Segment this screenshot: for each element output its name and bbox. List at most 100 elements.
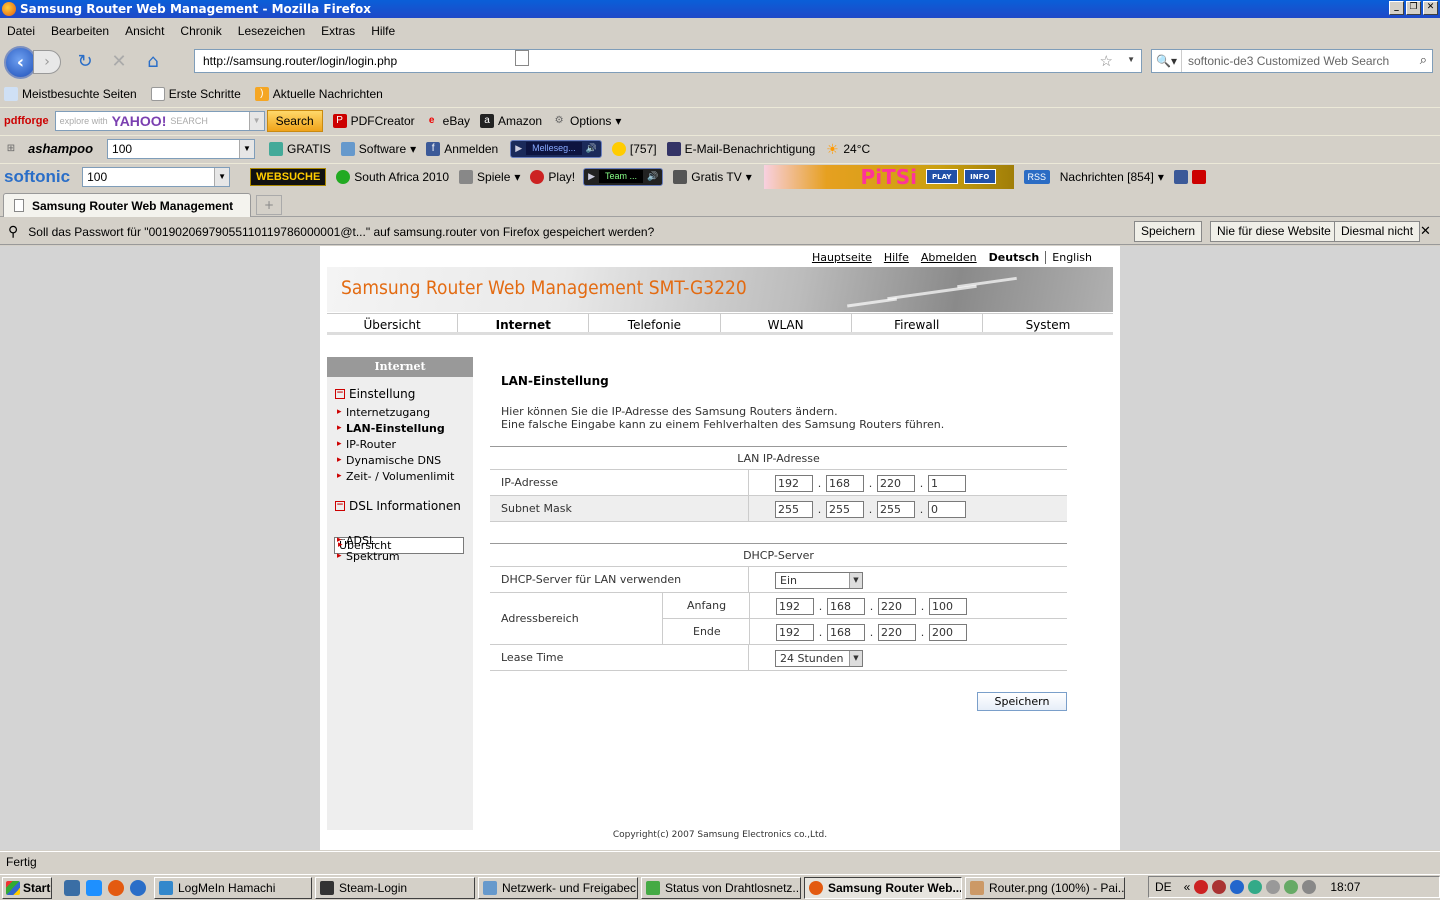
not-now-button[interactable]: Diesmal nicht	[1334, 221, 1421, 242]
bluetooth-icon[interactable]	[1230, 880, 1245, 894]
link-abmelden[interactable]: Abmelden	[915, 251, 983, 264]
play-button[interactable]: Play!	[530, 169, 575, 184]
stop-icon[interactable]: ✕	[107, 50, 131, 74]
pitsi-play-button[interactable]: PLAY	[925, 168, 958, 184]
bookmark-meistbesuchte[interactable]: Meistbesuchte Seiten	[4, 87, 137, 101]
dropdown-icon[interactable]: ▼	[248, 111, 264, 130]
dropdown-icon[interactable]: ▼	[214, 167, 230, 186]
pitsi-info-button[interactable]: INFO	[963, 168, 996, 184]
tray-misc-icon[interactable]	[1266, 880, 1281, 894]
media-player-1[interactable]: ▶ Melleseg... 🔊	[510, 139, 602, 158]
websuche-button[interactable]: WEBSUCHE	[250, 167, 327, 186]
yahoo-search-button[interactable]: Search	[266, 109, 323, 132]
sidebar-item-adsl[interactable]: ADSL	[334, 533, 464, 548]
media-player-2[interactable]: ▶ Team ... 🔊	[583, 167, 664, 186]
url-dropdown-icon[interactable]: ▼	[1127, 55, 1135, 64]
gratis-tv-button[interactable]: Gratis TV ▾	[673, 169, 752, 184]
mask-octet-2[interactable]: 255	[826, 500, 864, 518]
play-icon[interactable]: ▶	[588, 171, 595, 182]
sidebar-item-spektrum[interactable]: Spektrum	[334, 549, 464, 564]
grid-icon[interactable]: ⊞	[4, 142, 18, 156]
yahoo-search-input[interactable]: explore with YAHOO! SEARCH ▼	[54, 110, 265, 131]
tab-uebersicht[interactable]: Übersicht	[327, 314, 459, 332]
tray-app-icon[interactable]	[1212, 880, 1227, 894]
tray-security-icon[interactable]	[1194, 880, 1209, 894]
minimize-button[interactable]: _	[1389, 1, 1404, 15]
facebook-anmelden-button[interactable]: f Anmelden	[426, 141, 498, 156]
task-netzwerk[interactable]: Netzwerk- und Freigabec...	[478, 876, 638, 899]
nachrichten-button[interactable]: Nachrichten [854] ▾	[1060, 170, 1164, 184]
search-bar[interactable]: 🔍▾ softonic-de3 Customized Web Search ⌕	[1151, 49, 1433, 73]
ie-icon[interactable]	[86, 879, 102, 896]
bookmark-aktuelle-nachrichten[interactable]: ) Aktuelle Nachrichten	[254, 87, 383, 101]
menu-extras[interactable]: Extras	[321, 24, 355, 38]
collapse-icon[interactable]: −	[335, 501, 345, 511]
firefox-icon[interactable]	[108, 879, 124, 896]
volume-icon[interactable]: 🔊	[586, 143, 597, 154]
link-deutsch[interactable]: Deutsch	[983, 251, 1047, 264]
mask-octet-3[interactable]: 255	[877, 500, 915, 518]
save-password-button[interactable]: Speichern	[1134, 221, 1203, 242]
mask-octet-4[interactable]: 0	[928, 500, 966, 518]
dropdown-icon[interactable]: ▼	[239, 139, 255, 158]
menu-datei[interactable]: Datei	[7, 24, 35, 38]
tray-expand-icon[interactable]: «	[1184, 880, 1191, 894]
rss-button[interactable]: RSS	[1023, 169, 1050, 184]
end-octet-1[interactable]: 192	[776, 623, 814, 641]
bookmark-star-icon[interactable]: ☆	[1100, 52, 1113, 70]
end-octet-3[interactable]: 220	[878, 623, 916, 641]
save-button[interactable]: Speichern	[977, 692, 1067, 711]
lease-time-select[interactable]: 24 Stunden ▼	[775, 649, 863, 667]
tab-system[interactable]: System	[983, 314, 1113, 332]
menu-lesezeichen[interactable]: Lesezeichen	[238, 24, 305, 38]
search-go-icon[interactable]: ⌕	[1420, 52, 1427, 68]
tab-telefonie[interactable]: Telefonie	[589, 314, 721, 332]
link-hilfe[interactable]: Hilfe	[878, 251, 915, 264]
link-english[interactable]: English	[1046, 251, 1098, 264]
task-steam[interactable]: Steam-Login	[315, 876, 475, 899]
menu-ansicht[interactable]: Ansicht	[125, 24, 164, 38]
menu-chronik[interactable]: Chronik	[180, 24, 221, 38]
desktop-icon[interactable]	[64, 879, 80, 896]
options-button[interactable]: ⚙ Options ▾	[552, 114, 622, 128]
close-notification-icon[interactable]: ✕	[1420, 223, 1431, 239]
counter-button[interactable]: [757]	[611, 141, 657, 156]
spiele-button[interactable]: Spiele ▾	[459, 169, 520, 184]
start-octet-3[interactable]: 220	[878, 597, 916, 615]
amazon-button[interactable]: a Amazon	[480, 113, 542, 128]
ashampoo-search-input[interactable]: 100 ▼	[107, 138, 256, 159]
browser-icon[interactable]	[130, 879, 146, 896]
dhcp-enable-select[interactable]: Ein ▼	[775, 571, 863, 589]
menu-bearbeiten[interactable]: Bearbeiten	[51, 24, 109, 38]
email-notification-button[interactable]: E-Mail-Benachrichtigung	[666, 141, 815, 156]
end-octet-4[interactable]: 200	[929, 623, 967, 641]
gratis-button[interactable]: GRATIS	[269, 141, 331, 156]
sidebar-item-ip-router[interactable]: IP-Router	[334, 437, 464, 452]
sidebar-item-dynamische-dns[interactable]: Dynamische DNS	[334, 453, 464, 468]
sidebar-item-zeit-volumenlimit[interactable]: Zeit- / Volumenlimit	[334, 469, 464, 484]
weather-button[interactable]: ☀ 24°C	[825, 142, 870, 156]
close-button[interactable]: ✕	[1423, 1, 1438, 15]
ip-octet-2[interactable]: 168	[826, 474, 864, 492]
language-indicator[interactable]: DE	[1155, 880, 1172, 894]
start-octet-4[interactable]: 100	[929, 597, 967, 615]
bookmark-erste-schritte[interactable]: Erste Schritte	[150, 87, 241, 101]
tab-internet[interactable]: Internet	[458, 314, 590, 332]
start-octet-1[interactable]: 192	[776, 597, 814, 615]
pdfcreator-button[interactable]: P PDFCreator	[332, 113, 415, 128]
sidebar-item-internetzugang[interactable]: Internetzugang	[334, 405, 464, 420]
menu-hilfe[interactable]: Hilfe	[371, 24, 395, 38]
tray-network-icon[interactable]	[1248, 880, 1263, 894]
sidebar-group-dsl[interactable]: − DSL Informationen	[335, 499, 461, 513]
reload-icon[interactable]: ↻	[73, 50, 97, 74]
ip-octet-1[interactable]: 192	[775, 474, 813, 492]
tab-wlan[interactable]: WLAN	[721, 314, 852, 332]
maximize-button[interactable]: ❐	[1406, 1, 1421, 15]
url-bar[interactable]: http://samsung.router/login/login.php ☆ …	[194, 49, 1142, 73]
mask-octet-1[interactable]: 255	[775, 500, 813, 518]
end-octet-2[interactable]: 168	[827, 623, 865, 641]
tray-wifi-icon[interactable]	[1284, 880, 1299, 894]
sidebar-item-lan-einstellung[interactable]: LAN-Einstellung	[334, 421, 464, 436]
south-africa-button[interactable]: South Africa 2010	[336, 169, 449, 184]
task-logmein[interactable]: LogMeIn Hamachi	[154, 876, 312, 899]
